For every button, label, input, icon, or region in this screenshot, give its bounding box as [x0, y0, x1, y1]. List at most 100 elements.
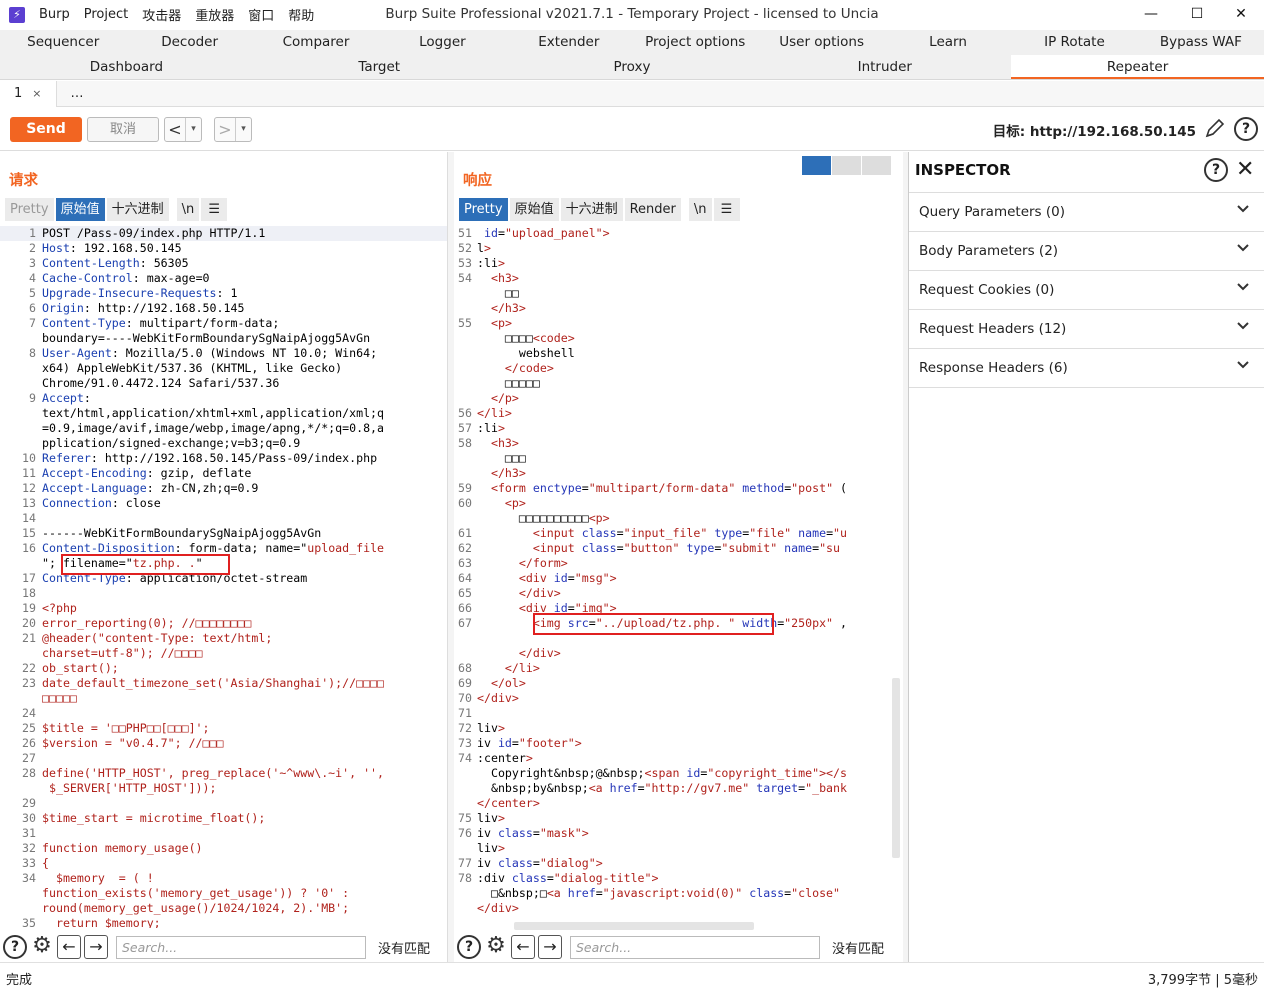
tab-proxy[interactable]: Proxy — [506, 55, 759, 79]
view-tab-pretty[interactable]: Pretty — [5, 198, 54, 221]
maximize-button[interactable]: ☐ — [1174, 0, 1220, 29]
html-tag: </h3 — [490, 466, 519, 480]
line-text: □□□□□ — [42, 691, 77, 706]
chevron-down-icon[interactable] — [1236, 202, 1250, 216]
request-editor[interactable]: 1 POST /Pass-09/index.php HTTP/1.1 2 Host: … — [0, 226, 447, 928]
chevron-down-icon[interactable] — [1236, 280, 1250, 294]
chevron-down-icon[interactable] — [1236, 319, 1250, 333]
code-line: 31 — [0, 826, 447, 841]
code-line: 33 { — [0, 856, 447, 871]
next-match-icon[interactable]: → — [538, 935, 562, 959]
code-line: 69 </ol> — [454, 676, 903, 691]
menu-burp[interactable]: Burp — [39, 7, 70, 22]
inspector-section[interactable]: Request Headers (12) — [909, 310, 1264, 349]
subtab-1[interactable]: 1 × — [0, 81, 57, 107]
help-icon[interactable]: ? — [1234, 117, 1258, 141]
tab-intruder[interactable]: Intruder — [758, 55, 1011, 79]
inspector-section[interactable]: Request Cookies (0) — [909, 271, 1264, 310]
tab-logger[interactable]: Logger — [379, 30, 505, 55]
view-menu-icon[interactable]: ☰ — [713, 198, 740, 221]
tab-dashboard[interactable]: Dashboard — [0, 55, 253, 79]
line-number: 16 — [22, 541, 36, 555]
view-menu-icon[interactable]: ☰ — [201, 198, 228, 221]
line-text: id="upload_panel"> — [477, 226, 610, 241]
inspector-section[interactable]: Body Parameters (2) — [909, 232, 1264, 271]
close-window-button[interactable]: ✕ — [1218, 0, 1264, 29]
layout-side-by-side-icon[interactable] — [802, 156, 831, 175]
close-icon[interactable]: ✕ — [1236, 157, 1254, 182]
html-text — [477, 661, 505, 675]
help-icon[interactable]: ? — [1204, 158, 1228, 182]
cancel-button[interactable]: 取消 — [87, 117, 159, 142]
html-tag: > — [497, 721, 505, 735]
help-icon[interactable]: ? — [457, 935, 481, 959]
back-dropdown-icon[interactable]: ▾ — [185, 118, 201, 141]
html-tag: > — [525, 751, 533, 765]
html-text: = — [826, 526, 834, 540]
tab-project-options[interactable]: Project options — [632, 30, 758, 55]
tab-target[interactable]: Target — [253, 55, 506, 79]
chevron-down-icon[interactable] — [1236, 241, 1250, 255]
forward-arrow-icon[interactable]: > — [215, 118, 235, 141]
response-editor[interactable]: 51 id="upload_panel"> 52 l> 53:li> 54 <h3> □… — [454, 226, 903, 928]
line-number: 8 — [29, 346, 36, 360]
html-text: :li — [477, 256, 498, 270]
view-tab-newline[interactable]: \n — [688, 198, 712, 221]
view-tab-pretty[interactable]: Pretty — [459, 198, 508, 221]
view-tab-render[interactable]: Render — [624, 198, 681, 221]
menu-repeater[interactable]: 重放器 — [195, 5, 234, 24]
close-tab-icon[interactable]: × — [32, 87, 41, 100]
attr-value: "multipart/form-data" — [588, 481, 736, 495]
tab-sequencer[interactable]: Sequencer — [0, 30, 126, 55]
menu-project[interactable]: Project — [84, 7, 128, 22]
response-horizontal-scrollbar[interactable] — [514, 922, 754, 930]
pencil-icon[interactable] — [1204, 117, 1226, 139]
line-text: round(memory_get_usage()/1024/1024, 2).'… — [42, 901, 349, 916]
html-text: &nbsp;by&nbsp; — [477, 781, 589, 795]
tab-extender[interactable]: Extender — [506, 30, 632, 55]
view-tab-hex[interactable]: 十六进制 — [560, 198, 623, 221]
prev-match-icon[interactable]: ← — [57, 935, 81, 959]
next-match-icon[interactable]: → — [84, 935, 108, 959]
layout-top-bottom-icon[interactable] — [832, 156, 861, 175]
minimize-button[interactable]: — — [1128, 0, 1174, 29]
inspector-section[interactable]: Response Headers (6) — [909, 349, 1264, 388]
line-text: <h3> — [477, 436, 519, 451]
view-tab-newline[interactable]: \n — [176, 198, 200, 221]
chevron-down-icon[interactable] — [1236, 358, 1250, 372]
response-vertical-scrollbar[interactable] — [892, 678, 900, 858]
inspector-section[interactable]: Query Parameters (0) — [909, 193, 1264, 232]
line-number: 22 — [22, 661, 36, 675]
menu-window[interactable]: 窗口 — [248, 5, 274, 24]
tab-repeater[interactable]: Repeater — [1011, 55, 1264, 79]
prev-match-icon[interactable]: ← — [511, 935, 535, 959]
request-search-input[interactable]: Search... — [116, 935, 366, 959]
tab-decoder[interactable]: Decoder — [126, 30, 252, 55]
view-tab-hex[interactable]: 十六进制 — [106, 198, 169, 221]
back-arrow-icon[interactable]: < — [165, 118, 185, 141]
response-search-input[interactable]: Search... — [570, 935, 820, 959]
tab-bypass-waf[interactable]: Bypass WAF — [1138, 30, 1264, 55]
menu-intruder[interactable]: 攻击器 — [142, 5, 181, 24]
tab-ip-rotate[interactable]: IP Rotate — [1011, 30, 1137, 55]
tab-user-options[interactable]: User options — [758, 30, 884, 55]
line-text: $version = "v0.4.7"; //□□□ — [42, 736, 223, 751]
help-icon[interactable]: ? — [3, 935, 27, 959]
view-tab-raw[interactable]: 原始值 — [55, 198, 105, 221]
line-number: 14 — [22, 511, 36, 525]
tab-comparer[interactable]: Comparer — [253, 30, 379, 55]
subtab-new[interactable]: … — [57, 81, 98, 107]
view-tab-raw[interactable]: 原始值 — [509, 198, 559, 221]
plain-text: Chrome/91.0.4472.124 Safari/537.36 — [42, 376, 280, 390]
html-tag: > — [504, 406, 512, 420]
tab-learn[interactable]: Learn — [885, 30, 1011, 55]
html-tag: </form — [518, 556, 561, 570]
send-button[interactable]: Send — [10, 117, 82, 142]
gear-icon[interactable]: ⚙ — [484, 935, 508, 959]
forward-dropdown-icon[interactable]: ▾ — [235, 118, 251, 141]
layout-tabs-icon[interactable] — [862, 156, 891, 175]
menu-help[interactable]: 帮助 — [288, 5, 314, 24]
code-line: 65 </div> — [454, 586, 903, 601]
code-line: 27 — [0, 751, 447, 766]
gear-icon[interactable]: ⚙ — [30, 935, 54, 959]
